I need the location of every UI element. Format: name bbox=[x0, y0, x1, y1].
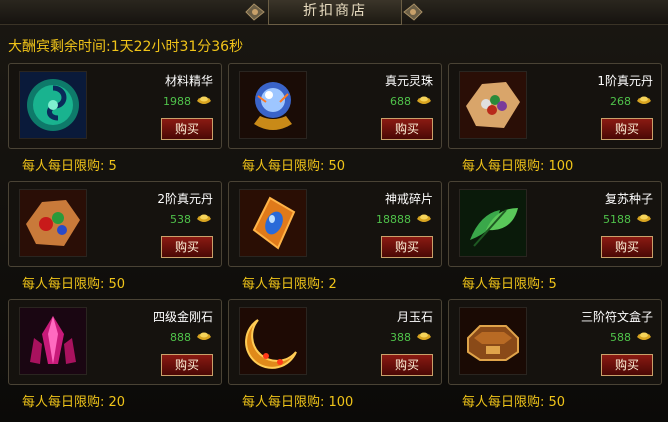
item-card: 四级金刚石 888 购买 bbox=[8, 299, 222, 385]
item-price: 1988 bbox=[163, 95, 191, 108]
buy-button[interactable]: 购买 bbox=[601, 354, 653, 376]
item-price: 538 bbox=[170, 213, 191, 226]
ornament-icon bbox=[403, 3, 423, 21]
sale-countdown: 大酬宾剩余时间:1天22小时31分36秒 bbox=[8, 39, 244, 55]
spirit-pearl-icon[interactable] bbox=[239, 71, 307, 139]
shop-item-2: 1阶真元丹 268 购买 每人每日限购: 100 bbox=[448, 63, 662, 174]
item-name: 1阶真元丹 bbox=[597, 74, 653, 88]
daily-limit: 每人每日限购: 5 bbox=[462, 277, 557, 292]
item-name: 四级金刚石 bbox=[152, 310, 213, 324]
buy-button[interactable]: 购买 bbox=[381, 354, 433, 376]
buy-button[interactable]: 购买 bbox=[601, 118, 653, 140]
daily-limit: 每人每日限购: 50 bbox=[22, 277, 126, 292]
daily-limit: 每人每日限购: 20 bbox=[22, 395, 126, 410]
item-card: 复苏种子 5188 购买 bbox=[448, 181, 662, 267]
buy-button[interactable]: 购买 bbox=[161, 354, 213, 376]
gold-ingot-icon bbox=[417, 332, 431, 340]
daily-limit: 每人每日限购: 100 bbox=[242, 395, 354, 410]
shop-item-1: 真元灵珠 688 购买 每人每日限购: 50 bbox=[228, 63, 442, 174]
item-name: 真元灵珠 bbox=[384, 74, 433, 88]
gold-ingot-icon bbox=[637, 332, 651, 340]
title-bar: 折扣商店 bbox=[0, 0, 668, 25]
shop-item-7: 月玉石 388 购买 每人每日限购: 100 bbox=[228, 299, 442, 410]
item-price: 18888 bbox=[376, 213, 411, 226]
shop-item-8: 三阶符文盒子 588 购买 每人每日限购: 50 bbox=[448, 299, 662, 410]
buy-button[interactable]: 购买 bbox=[161, 118, 213, 140]
gold-ingot-icon bbox=[417, 96, 431, 104]
crystal-cluster-icon[interactable] bbox=[19, 307, 87, 375]
item-card: 神戒碎片 18888 购买 bbox=[228, 181, 442, 267]
item-card: 材料精华 1988 购买 bbox=[8, 63, 222, 149]
item-price: 688 bbox=[390, 95, 411, 108]
shop-item-6: 四级金刚石 888 购买 每人每日限购: 20 bbox=[8, 299, 222, 410]
item-name: 神戒碎片 bbox=[384, 192, 433, 206]
daily-limit: 每人每日限购: 50 bbox=[462, 395, 566, 410]
pills-on-cloth-icon[interactable] bbox=[19, 189, 87, 257]
rune-box-icon[interactable] bbox=[459, 307, 527, 375]
buy-button[interactable]: 购买 bbox=[161, 236, 213, 258]
item-card: 月玉石 388 购买 bbox=[228, 299, 442, 385]
item-price: 888 bbox=[170, 331, 191, 344]
gold-ingot-icon bbox=[417, 214, 431, 222]
item-price: 388 bbox=[390, 331, 411, 344]
gold-ingot-icon bbox=[637, 96, 651, 104]
shop-item-3: 2阶真元丹 538 购买 每人每日限购: 50 bbox=[8, 181, 222, 292]
shop-item-4: 神戒碎片 18888 购买 每人每日限购: 2 bbox=[228, 181, 442, 292]
pills-on-cloth-icon[interactable] bbox=[459, 71, 527, 139]
gold-ingot-icon bbox=[197, 332, 211, 340]
item-name: 材料精华 bbox=[164, 74, 213, 88]
item-name: 复苏种子 bbox=[604, 192, 653, 206]
ring-fragment-icon[interactable] bbox=[239, 189, 307, 257]
item-price: 588 bbox=[610, 331, 631, 344]
item-name: 月玉石 bbox=[396, 310, 433, 324]
gold-ingot-icon bbox=[197, 96, 211, 104]
leaf-seed-icon[interactable] bbox=[459, 189, 527, 257]
window-title: 折扣商店 bbox=[268, 0, 402, 25]
buy-button[interactable]: 购买 bbox=[381, 118, 433, 140]
item-card: 1阶真元丹 268 购买 bbox=[448, 63, 662, 149]
ornament-icon bbox=[245, 3, 265, 21]
shop-window: 折扣商店 大酬宾剩余时间:1天22小时31分36秒 材料精华 1988 购买 每… bbox=[0, 0, 668, 422]
item-card: 真元灵珠 688 购买 bbox=[228, 63, 442, 149]
item-price: 268 bbox=[610, 95, 631, 108]
buy-button[interactable]: 购买 bbox=[381, 236, 433, 258]
daily-limit: 每人每日限购: 5 bbox=[22, 159, 117, 174]
daily-limit: 每人每日限购: 2 bbox=[242, 277, 337, 292]
daily-limit: 每人每日限购: 100 bbox=[462, 159, 574, 174]
item-card: 2阶真元丹 538 购买 bbox=[8, 181, 222, 267]
item-name: 三阶符文盒子 bbox=[580, 310, 653, 324]
crescent-moon-stone-icon[interactable] bbox=[239, 307, 307, 375]
gold-ingot-icon bbox=[637, 214, 651, 222]
shop-item-0: 材料精华 1988 购买 每人每日限购: 5 bbox=[8, 63, 222, 174]
item-name: 2阶真元丹 bbox=[157, 192, 213, 206]
daily-limit: 每人每日限购: 50 bbox=[242, 159, 346, 174]
item-card: 三阶符文盒子 588 购买 bbox=[448, 299, 662, 385]
material-essence-orb-icon[interactable] bbox=[19, 71, 87, 139]
gold-ingot-icon bbox=[197, 214, 211, 222]
item-price: 5188 bbox=[603, 213, 631, 226]
buy-button[interactable]: 购买 bbox=[601, 236, 653, 258]
shop-item-5: 复苏种子 5188 购买 每人每日限购: 5 bbox=[448, 181, 662, 292]
